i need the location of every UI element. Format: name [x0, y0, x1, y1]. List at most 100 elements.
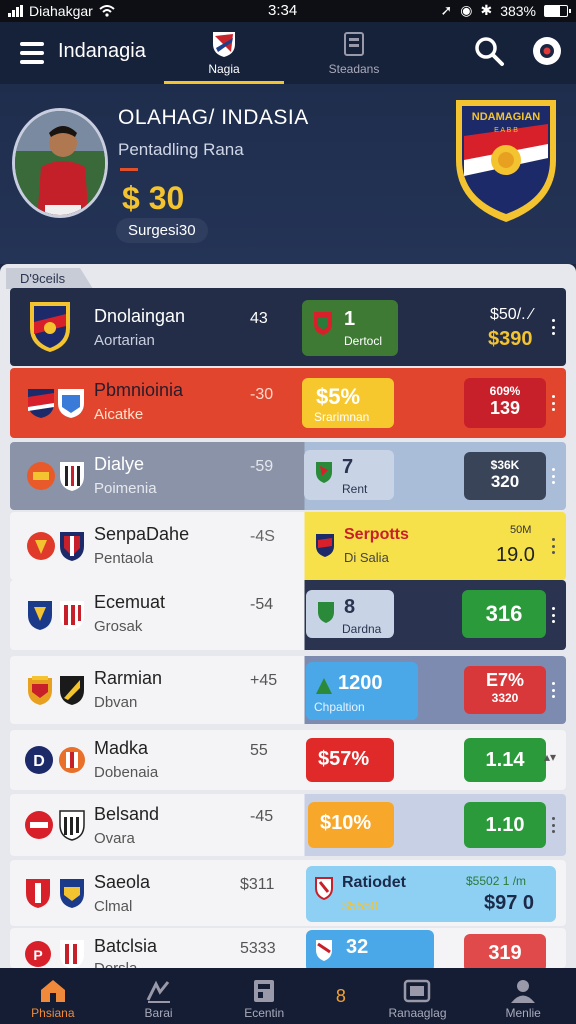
bet-box[interactable]: 1200 Chpaltion	[306, 662, 418, 720]
odds-value[interactable]: $390	[488, 328, 533, 351]
team-name: Batclsia	[94, 936, 158, 956]
bet-sub: Dertocl	[344, 334, 383, 348]
bluetooth-icon: ✱	[480, 2, 493, 18]
mini-crest-icon	[316, 534, 334, 557]
bet-sub: Chpaltion	[314, 700, 365, 714]
tab-label: Nagia	[208, 62, 240, 76]
carrier-name: Diahakgar	[29, 3, 93, 19]
team-sub: Ovara	[94, 830, 135, 847]
odds-value[interactable]: 19.0	[496, 544, 535, 567]
odds-value[interactable]: 316	[462, 590, 546, 638]
odds-button[interactable]: 609% 139	[464, 378, 546, 428]
tab-nagia[interactable]: Nagia	[164, 28, 284, 84]
more-icon[interactable]	[550, 682, 556, 698]
odds-top: $5502 1 /m	[466, 874, 527, 888]
match-row[interactable]: P Batclsia Dorsla 5333 32 319	[10, 928, 566, 968]
bet-title: 1200	[338, 672, 383, 694]
bet-box[interactable]: $10%	[308, 802, 394, 848]
bet-box[interactable]: 7 Rent	[304, 450, 394, 500]
bet-box[interactable]: Ratiodet $5550 $5502 1 /m $97 0	[306, 866, 556, 922]
odds-value: $97 0	[484, 892, 535, 914]
bet-box[interactable]: 1 Dertocl	[302, 300, 398, 356]
odds-value: 139	[489, 398, 521, 418]
bet-title: $57%	[318, 748, 370, 770]
team-score: -54	[250, 596, 274, 613]
more-icon[interactable]	[550, 319, 556, 335]
adjust-icon[interactable]: ▴▾	[544, 750, 556, 764]
settings-icon[interactable]	[530, 34, 564, 68]
nav-badge-slot[interactable]: 8	[317, 968, 365, 1024]
shield-tab-icon	[213, 32, 235, 57]
bet-sub: $5550	[342, 898, 379, 913]
schedule-icon	[254, 980, 275, 1002]
team-name: Rarmian	[94, 668, 163, 688]
nav-stats[interactable]: Barai	[106, 968, 212, 1024]
tab-steadans[interactable]: Steadans	[294, 28, 414, 84]
wifi-icon	[99, 5, 115, 17]
team-crest-icon	[28, 389, 54, 418]
home-icon	[40, 980, 65, 1002]
match-row[interactable]: Saeola Clmal $311 Ratiodet $5550 $5502 1…	[10, 860, 566, 926]
match-row[interactable]: Pbmnioinia Aicatke -30 $5% Srarimnan 609…	[10, 368, 566, 438]
crest-subtext: E A B B	[494, 127, 518, 134]
bet-title: $5%	[316, 384, 361, 409]
team-score: 43	[250, 310, 268, 327]
team-crest-icon	[60, 601, 84, 630]
odds-button[interactable]: $36K 320	[464, 452, 546, 500]
match-row[interactable]: Dialye Poimenia -59 7 Rent $36K 320	[10, 442, 566, 510]
match-row[interactable]: Belsand Ovara -45 $10% 1.10	[10, 794, 566, 856]
more-icon[interactable]	[550, 607, 556, 623]
odds-top: $36K	[490, 458, 520, 472]
status-time: 3:34	[268, 2, 298, 19]
team-sub: Dobenaia	[94, 764, 159, 781]
more-icon[interactable]	[550, 817, 556, 833]
location-icon: ➚	[440, 2, 453, 18]
svg-text:P: P	[33, 947, 42, 963]
team-crest-icon	[58, 389, 84, 418]
odds-button[interactable]: E7% 3320	[464, 666, 546, 714]
team-score: +45	[250, 672, 278, 689]
menu-icon[interactable]	[20, 42, 44, 64]
team-score: $311	[240, 876, 275, 893]
team-crest-icon	[28, 601, 52, 630]
bet-box[interactable]: $57%	[306, 738, 394, 782]
match-row[interactable]: D Madka Dobenaia 55 $57% 1.14 ▴▾	[10, 730, 566, 790]
bet-title: 7	[342, 456, 354, 478]
nav-home[interactable]: Phsiana	[0, 968, 106, 1024]
odds-value[interactable]: 1.10	[464, 802, 546, 848]
more-icon[interactable]	[550, 468, 556, 484]
bet-box[interactable]: 32	[306, 930, 434, 968]
bet-sub: Dardna	[342, 622, 382, 636]
nav-wallet[interactable]: Ranaaglag	[365, 968, 471, 1024]
match-row[interactable]: Rarmian Dbvan +45 1200 Chpaltion E7% 332…	[10, 656, 566, 724]
featured-badge[interactable]: Surgesi30	[116, 218, 208, 243]
nav-schedule[interactable]: Ecentin	[211, 968, 317, 1024]
team-crest-icon: P	[25, 941, 51, 967]
battery-icon	[544, 4, 571, 17]
more-icon[interactable]	[550, 538, 556, 554]
mini-crest-icon	[318, 602, 334, 623]
nav-profile[interactable]: Menlie	[470, 968, 576, 1024]
team-crest-icon	[30, 302, 70, 352]
bet-box[interactable]: 8 Dardna	[306, 590, 394, 638]
notification-badge: 8	[335, 986, 346, 1006]
team-crest-icon	[60, 879, 84, 908]
team-crest-icon	[27, 462, 55, 490]
nav-label: Barai	[144, 1006, 173, 1020]
bet-box[interactable]: $5% Srarimnan	[302, 378, 394, 428]
mini-crest-icon	[316, 678, 332, 694]
team-name: Pbmnioinia	[94, 380, 184, 400]
odds-value[interactable]: 1.14	[464, 738, 546, 782]
featured-subtitle: Pentadling Rana	[118, 140, 244, 159]
match-row[interactable]: Ecemuat Grosak -54 8 Dardna 316	[10, 580, 566, 650]
club-crest[interactable]: NDAMAGIAN E A B B	[452, 96, 560, 224]
featured-panel: OLAHAG/ INDASIA Pentadling Rana $ 30 Sur…	[0, 84, 576, 264]
odds-value[interactable]: 319	[464, 934, 546, 968]
match-row[interactable]: SenpaDahe Pentaola -4S Serpotts Di Salia…	[10, 512, 566, 580]
match-row[interactable]: Dnolaingan Aortarian 43 1 Dertocl $50/. …	[10, 288, 566, 366]
team-crest-icon	[59, 810, 85, 841]
player-avatar[interactable]	[12, 108, 108, 218]
featured-price: $ 30	[122, 180, 185, 216]
search-icon[interactable]	[472, 34, 506, 68]
more-icon[interactable]	[550, 395, 556, 411]
